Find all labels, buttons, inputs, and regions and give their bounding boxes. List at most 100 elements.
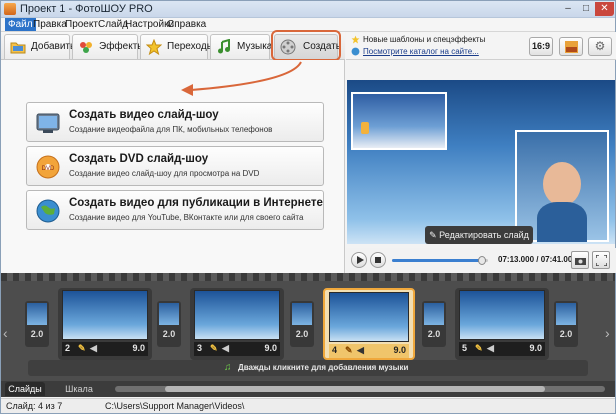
close-button[interactable]: ✕ bbox=[595, 2, 614, 16]
folder-icon bbox=[10, 42, 26, 54]
slide-number: 4 bbox=[332, 345, 338, 355]
scroll-right-arrow[interactable]: › bbox=[605, 325, 610, 341]
globe-icon bbox=[36, 199, 60, 223]
speaker-icon: ◀ bbox=[222, 343, 229, 353]
play-icon bbox=[357, 256, 364, 264]
transition-duration: 2.0 bbox=[427, 329, 441, 339]
aspect-ratio-button[interactable]: 16:9 bbox=[529, 37, 553, 56]
slide-thumbnail bbox=[62, 290, 148, 340]
slide-item[interactable]: 3 ✎ ◀ 9.0 bbox=[190, 288, 284, 360]
transition-item[interactable]: 2.0 bbox=[554, 301, 578, 347]
slide-number: 5 bbox=[462, 343, 468, 353]
menu-slide[interactable]: Слайд bbox=[98, 19, 128, 30]
slide-counter: Слайд: 4 из 7 bbox=[6, 401, 63, 411]
tab-music-label: Музыка bbox=[237, 41, 273, 52]
transition-item[interactable]: 2.0 bbox=[422, 301, 446, 347]
create-video-desc: Создание видеофайла для ПК, мобильных те… bbox=[69, 125, 273, 134]
fullscreen-icon bbox=[596, 255, 607, 266]
music-note-icon bbox=[218, 39, 230, 54]
slide-duration: 9.0 bbox=[393, 345, 406, 355]
star-small-icon bbox=[351, 35, 360, 44]
tab-transitions[interactable]: Переходы bbox=[140, 34, 214, 59]
tab-slides[interactable]: Слайды bbox=[5, 382, 45, 396]
slide-item[interactable]: 5 ✎ ◀ 9.0 bbox=[455, 288, 549, 360]
horizontal-scrollbar[interactable] bbox=[115, 386, 605, 392]
slide-preview: ✎ Редактировать слайд bbox=[347, 80, 615, 244]
snapshot-button[interactable] bbox=[571, 251, 589, 269]
stop-button[interactable] bbox=[370, 252, 386, 268]
tab-effects[interactable]: Эффекты bbox=[72, 34, 144, 59]
slide-thumbnail bbox=[459, 290, 545, 340]
star-icon bbox=[146, 39, 162, 55]
transition-duration: 2.0 bbox=[162, 329, 176, 339]
tab-add-label: Добавить bbox=[31, 41, 76, 52]
app-window: Проект 1 - ФотоШОУ PRO – □ ✕ Файл Правка… bbox=[0, 0, 616, 414]
seek-handle[interactable] bbox=[478, 256, 487, 265]
news-text: Новые шаблоны и спецэффекты bbox=[363, 35, 486, 44]
pencil-icon: ✎ bbox=[475, 343, 483, 353]
create-video-button[interactable]: Создать видео слайд-шоу Создание видеофа… bbox=[26, 102, 324, 142]
transition-item[interactable]: 2.0 bbox=[290, 301, 314, 347]
menu-project[interactable]: Проект bbox=[65, 19, 98, 30]
slides-timeline: ‹ › 2.0 2.0 2.0 2.0 2.0 2 ✎ ◀ 9.0 3 ✎ ◀ 9.0 4 ✎… bbox=[1, 273, 615, 381]
slide-duration: 9.0 bbox=[132, 343, 145, 353]
music-note-icon: ♫ bbox=[224, 362, 232, 373]
create-web-video-desc: Создание видео для YouTube, ВКонтакте ил… bbox=[69, 213, 304, 222]
minimize-button[interactable]: – bbox=[559, 2, 577, 16]
catalog-link[interactable]: Посмотрите каталог на сайте... bbox=[363, 47, 479, 56]
film-strip-top bbox=[1, 273, 615, 281]
project-path: C:\Users\Support Manager\Videos\ bbox=[105, 401, 245, 411]
menu-help[interactable]: Справка bbox=[167, 19, 206, 30]
create-dvd-button[interactable]: DVD Создать DVD слайд-шоу Создание видео… bbox=[26, 146, 324, 186]
status-bar: Слайд: 4 из 7 C:\Users\Support Manager\V… bbox=[1, 398, 615, 413]
create-panel: Создать видео слайд-шоу Создание видеофа… bbox=[1, 60, 345, 273]
menu-edit[interactable]: Правка bbox=[33, 19, 67, 30]
music-track[interactable]: ♫ Дважды кликните для добавления музыки bbox=[28, 360, 588, 376]
pencil-icon: ✎ bbox=[210, 343, 218, 353]
menu-file[interactable]: Файл bbox=[5, 18, 36, 31]
create-web-video-button[interactable]: Создать видео для публикации в Интернете… bbox=[26, 190, 324, 230]
create-video-title: Создать видео слайд-шоу bbox=[69, 109, 219, 121]
speaker-icon: ◀ bbox=[357, 345, 364, 355]
scrollbar-thumb[interactable] bbox=[165, 386, 545, 392]
preview-photo-winter bbox=[351, 92, 447, 150]
slide-item[interactable]: 2 ✎ ◀ 9.0 bbox=[58, 288, 152, 360]
slide-item-selected[interactable]: 4 ✎ ◀ 9.0 bbox=[323, 288, 415, 360]
maximize-button[interactable]: □ bbox=[577, 2, 595, 16]
transition-duration: 2.0 bbox=[295, 329, 309, 339]
seek-bar[interactable] bbox=[392, 256, 488, 265]
pencil-icon: ✎ bbox=[78, 343, 86, 353]
seek-progress bbox=[392, 259, 483, 262]
speaker-icon: ◀ bbox=[487, 343, 494, 353]
settings-button[interactable]: ⚙ bbox=[588, 37, 612, 56]
tab-music[interactable]: Музыка bbox=[210, 34, 273, 59]
edit-slide-label: Редактировать слайд bbox=[439, 230, 529, 240]
edit-slide-button[interactable]: ✎ Редактировать слайд bbox=[425, 226, 533, 244]
window-title: Проект 1 - ФотоШОУ PRO bbox=[20, 3, 153, 15]
fullscreen-button[interactable] bbox=[592, 251, 610, 269]
create-dvd-desc: Создание видео слайд-шоу для просмотра н… bbox=[69, 169, 260, 178]
scroll-left-arrow[interactable]: ‹ bbox=[3, 325, 8, 341]
slide-thumbnail bbox=[329, 292, 409, 342]
transition-duration: 2.0 bbox=[30, 329, 44, 339]
pencil-icon: ✎ bbox=[429, 230, 440, 240]
effects-icon bbox=[80, 42, 92, 53]
background-button[interactable] bbox=[559, 37, 583, 56]
time-display: 07:13.000 / 07:41.000 bbox=[498, 255, 577, 264]
svg-text:DVD: DVD bbox=[42, 166, 55, 172]
transition-item[interactable]: 2.0 bbox=[157, 301, 181, 347]
tab-effects-label: Эффекты bbox=[99, 41, 145, 52]
play-button[interactable] bbox=[351, 252, 367, 268]
music-hint: Дважды кликните для добавления музыки bbox=[238, 363, 409, 372]
slide-duration: 9.0 bbox=[264, 343, 277, 353]
transition-item[interactable]: 2.0 bbox=[25, 301, 49, 347]
create-tab-highlight bbox=[271, 30, 341, 61]
tab-add[interactable]: Добавить bbox=[4, 34, 75, 59]
dvd-icon: DVD bbox=[36, 155, 60, 179]
bottom-tabs: Слайды Шкала времени bbox=[1, 381, 615, 408]
gear-icon: ⚙ bbox=[594, 39, 606, 53]
globe-small-icon bbox=[351, 47, 360, 56]
tab-timeline[interactable]: Шкала времени bbox=[48, 382, 110, 408]
hint-arrow bbox=[181, 61, 302, 96]
video-device-icon bbox=[36, 113, 60, 133]
